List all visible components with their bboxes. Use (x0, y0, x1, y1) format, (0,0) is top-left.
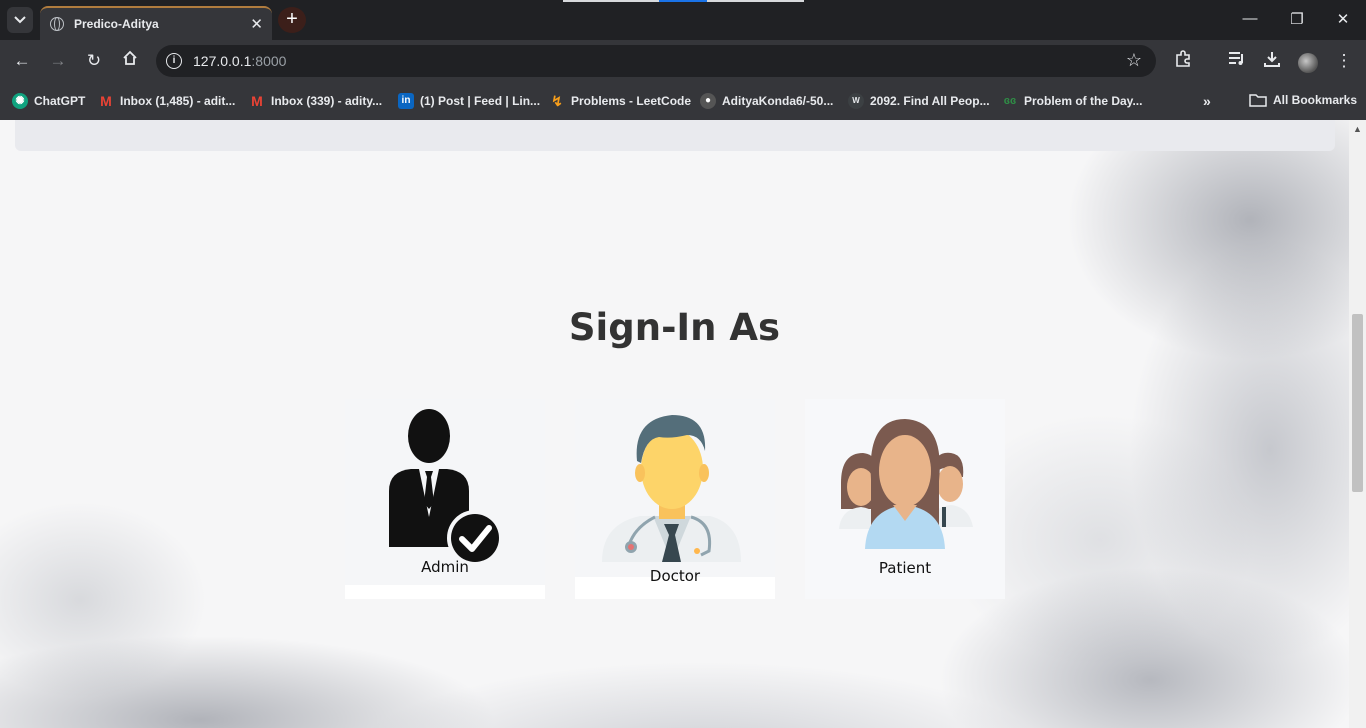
url-port: :8000 (251, 53, 287, 69)
bookmark-item[interactable]: in (1) Post | Feed | Lin... (398, 93, 540, 109)
tab-title: Predico-Aditya (74, 17, 159, 31)
browser-toolbar: ← → ↻ i 127.0.0.1:8000 ☆ ⋮ (0, 40, 1366, 81)
gfg-icon: ɞɞ (1003, 95, 1017, 107)
bookmark-item[interactable]: ● AdityaKonda6/-50... (700, 93, 833, 109)
all-bookmarks-label: All Bookmarks (1273, 93, 1358, 107)
patient-card[interactable]: Patient (805, 399, 1005, 599)
new-tab-button[interactable]: + (278, 7, 306, 33)
close-tab-icon[interactable]: ✕ (250, 15, 263, 33)
url-text[interactable]: 127.0.0.1:8000 (193, 53, 286, 69)
puzzle-icon (1176, 50, 1190, 67)
url-host: 127.0.0.1 (193, 53, 252, 69)
downloads-button[interactable] (1261, 50, 1283, 72)
admin-card[interactable]: Admin (345, 399, 545, 599)
restore-button[interactable]: ❐ (1287, 10, 1307, 28)
more-bookmarks-icon: » (1203, 93, 1211, 109)
bookmark-item[interactable]: ↯ Problems - LeetCode (549, 93, 691, 109)
bookmark-label: 2092. Find All Peop... (870, 94, 990, 108)
chatgpt-icon: ✺ (12, 93, 28, 109)
window-drag-indicator-accent (659, 0, 707, 2)
close-window-button[interactable]: ✕ (1333, 10, 1353, 28)
page-scrollbar[interactable]: ▲ (1349, 120, 1366, 728)
folder-icon (1249, 94, 1267, 107)
bookmark-label: Inbox (339) - adity... (271, 94, 383, 108)
bookmark-item[interactable]: M Inbox (339) - adity... (249, 93, 382, 109)
bookmark-label: (1) Post | Feed | Lin... (420, 94, 541, 108)
gmail-icon: M (251, 93, 263, 109)
linkedin-icon: in (398, 93, 414, 109)
bookmark-label: Problem of the Day... (1024, 94, 1143, 108)
tab-search-button[interactable] (7, 7, 33, 33)
reload-button[interactable]: ↻ (83, 50, 105, 72)
scroll-up-arrow-icon[interactable]: ▲ (1353, 124, 1362, 134)
site-info-icon[interactable]: i (166, 53, 182, 69)
bookmark-label: Problems - LeetCode (571, 94, 692, 108)
sign-in-heading: Sign-In As (568, 306, 781, 349)
all-bookmarks-button[interactable]: All Bookmarks (1249, 93, 1357, 107)
gmail-icon: M (100, 93, 112, 109)
minimize-button[interactable]: — (1240, 10, 1260, 27)
home-icon (123, 50, 137, 65)
bookmark-label: ChatGPT (34, 94, 86, 108)
doctor-card[interactable]: Doctor (575, 399, 775, 599)
address-bar[interactable]: i 127.0.0.1:8000 ☆ (156, 45, 1156, 77)
bookmarks-bar: ✺ ChatGPT M Inbox (1,485) - adit... M In… (0, 81, 1366, 120)
bookmark-item[interactable]: ✺ ChatGPT (12, 93, 85, 109)
bookmark-item[interactable]: M Inbox (1,485) - adit... (98, 93, 235, 109)
tab-strip: Predico-Aditya ✕ + — ❐ ✕ (0, 0, 1366, 40)
patient-label: Patient (878, 559, 932, 577)
forward-button[interactable]: → (47, 50, 69, 72)
github-icon: ● (700, 93, 716, 109)
bookmark-label: Inbox (1,485) - adit... (120, 94, 236, 108)
w-icon: W (848, 93, 864, 109)
doctor-label: Doctor (649, 567, 701, 585)
download-icon (1264, 52, 1280, 67)
bookmark-label: AdityaKonda6/-50... (722, 94, 834, 108)
more-bookmarks-button[interactable]: » (1203, 93, 1211, 109)
back-button[interactable]: ← (11, 50, 33, 72)
page-viewport: Sign-In As Admin Doctor Patient (0, 120, 1349, 728)
profile-avatar[interactable] (1298, 53, 1318, 73)
leetcode-icon: ↯ (551, 93, 563, 109)
bookmark-item[interactable]: ɞɞ Problem of the Day... (1002, 93, 1143, 109)
admin-label: Admin (421, 558, 469, 576)
chevron-down-icon (14, 16, 26, 24)
scroll-thumb[interactable] (1352, 314, 1363, 492)
navbar-bottom-edge (15, 120, 1335, 151)
extensions-button[interactable] (1172, 50, 1194, 72)
media-controls-button[interactable] (1226, 50, 1248, 72)
bookmark-star-icon[interactable]: ☆ (1126, 50, 1142, 71)
home-button[interactable] (119, 50, 141, 72)
bookmark-item[interactable]: W 2092. Find All Peop... (848, 93, 990, 109)
browser-menu-button[interactable]: ⋮ (1333, 50, 1355, 72)
active-tab[interactable]: Predico-Aditya ✕ (40, 6, 272, 40)
globe-icon (50, 17, 64, 31)
playlist-icon (1229, 52, 1243, 65)
